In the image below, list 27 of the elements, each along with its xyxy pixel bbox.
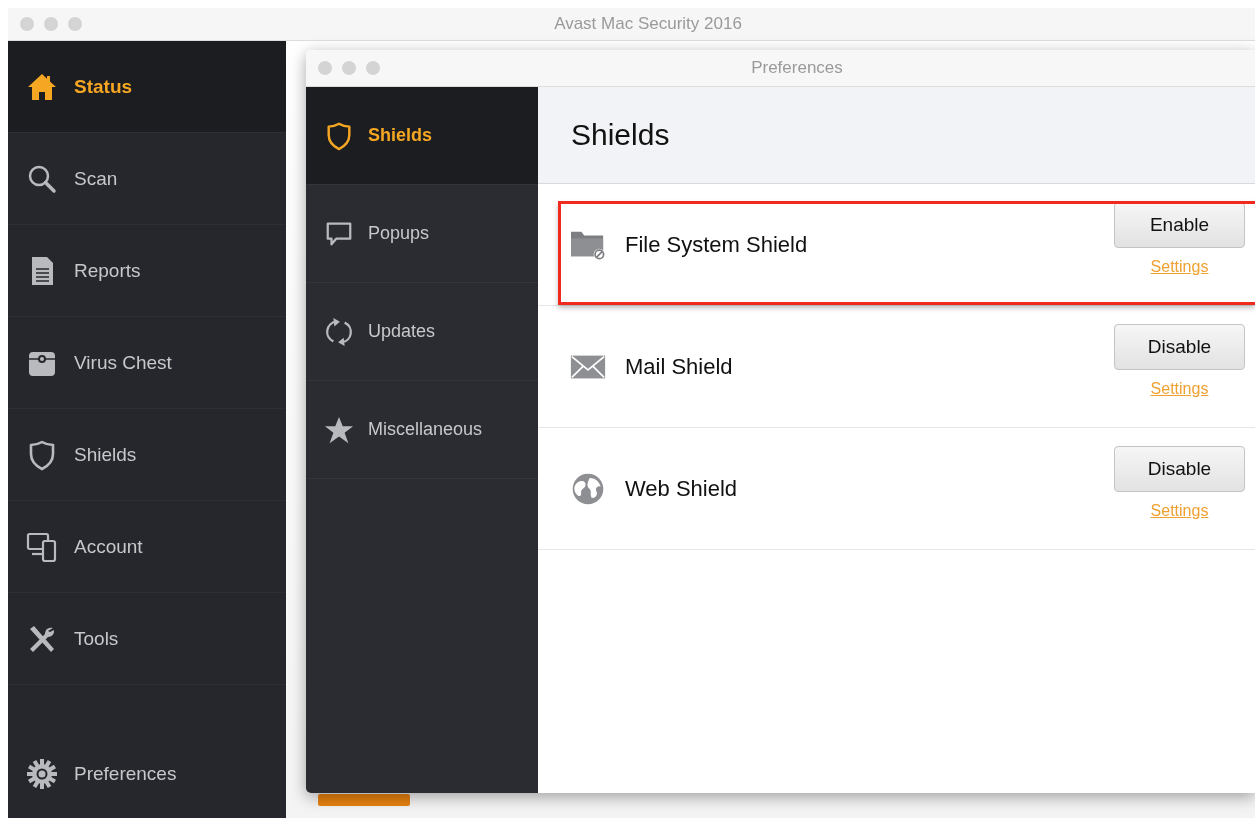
sidebar-item[interactable]: Updates	[306, 283, 538, 381]
shield-name: Mail Shield	[625, 353, 734, 380]
sidebar-item[interactable]: Reports	[8, 225, 286, 317]
sidebar-item[interactable]: Status	[8, 41, 286, 133]
refresh-icon	[324, 316, 354, 347]
shield-name: Web Shield	[625, 475, 739, 502]
settings-icon	[26, 758, 58, 790]
sidebar-item[interactable]: Miscellaneous	[306, 381, 538, 479]
window-button[interactable]	[318, 61, 332, 75]
devices-icon	[26, 530, 58, 563]
window-button[interactable]	[20, 17, 34, 31]
window-button[interactable]	[68, 17, 82, 31]
page-heading: Shields	[571, 118, 670, 152]
window-button[interactable]	[44, 17, 58, 31]
sidebar-item[interactable]: Preferences	[8, 730, 286, 818]
partial-button[interactable]	[318, 794, 410, 806]
shield-name: File System Shield	[625, 231, 809, 258]
sidebar-item[interactable]: Shields	[306, 87, 538, 185]
window-button[interactable]	[366, 61, 380, 75]
toggle-button[interactable]: Disable	[1114, 445, 1245, 492]
toggle-button[interactable]: Disable	[1114, 323, 1245, 370]
window-title: Avast Mac Security 2016	[554, 14, 742, 34]
window-title: Preferences	[751, 58, 843, 78]
shield-icon	[324, 120, 354, 151]
sidebar-item[interactable]: Popups	[306, 185, 538, 283]
window-button[interactable]	[342, 61, 356, 75]
sidebar-item[interactable]: Virus Chest	[8, 317, 286, 409]
